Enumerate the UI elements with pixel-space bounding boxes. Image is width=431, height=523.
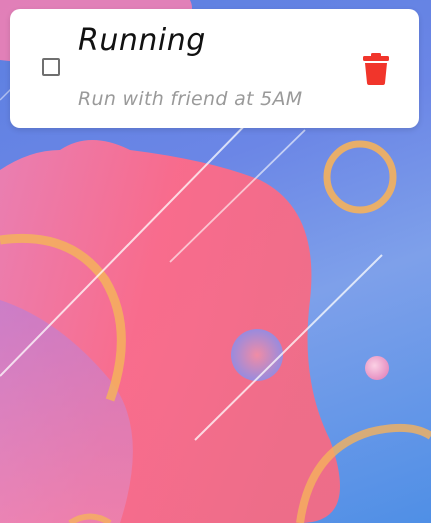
task-title: Running: [78, 23, 206, 58]
app-screen: Running Run with friend at 5AM: [0, 0, 431, 523]
orb-center: [231, 329, 283, 381]
task-checkbox[interactable]: [42, 58, 60, 76]
orb-small-right: [365, 356, 389, 380]
task-card[interactable]: Running Run with friend at 5AM: [10, 9, 419, 128]
trash-icon: [363, 53, 389, 85]
task-description: Run with friend at 5AM: [78, 88, 303, 110]
delete-button[interactable]: [362, 53, 390, 85]
ring-top-right: [323, 140, 397, 214]
